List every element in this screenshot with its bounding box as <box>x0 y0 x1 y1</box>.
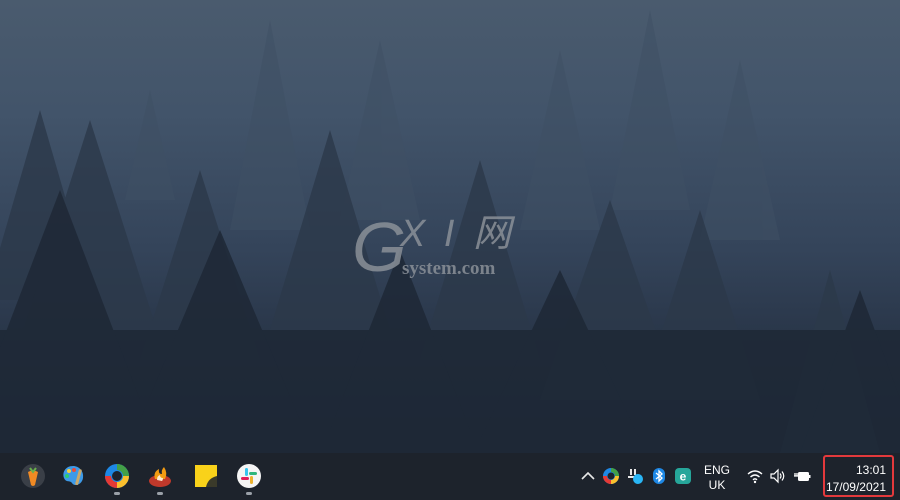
taskbar-app-sticky-notes[interactable] <box>190 461 222 497</box>
clock-date-button[interactable]: 13:01 17/09/2021 <box>823 455 894 497</box>
watermark-logo: G X I 网 system.com <box>352 212 522 287</box>
chevron-up-icon[interactable] <box>579 467 597 485</box>
sticky-notes-icon <box>195 465 217 487</box>
battery-charging-icon[interactable] <box>793 467 811 485</box>
fl-studio-icon <box>21 464 45 488</box>
watermark-g: G <box>352 208 407 286</box>
clock-date: 17/09/2021 <box>825 480 886 494</box>
taskbar-app-fl-studio[interactable] <box>17 461 49 497</box>
slack-tray-icon[interactable] <box>626 467 644 485</box>
taskbar-app-fire[interactable] <box>144 461 176 497</box>
clock-time: 13:01 <box>855 463 886 477</box>
watermark-site: system.com <box>402 258 496 279</box>
taskbar: e ENG UK 13:01 17/09/2021 <box>0 453 900 500</box>
desktop-wallpaper: G X I 网 system.com <box>0 0 900 453</box>
fire-app-icon <box>149 467 171 487</box>
watermark-xi: X I 网 <box>400 213 516 255</box>
keyboard-layout: UK <box>708 478 726 492</box>
running-indicator <box>114 492 120 495</box>
edge-tray-icon[interactable] <box>602 467 620 485</box>
language-indicator[interactable]: ENG UK <box>700 463 734 493</box>
edge-icon <box>105 464 129 488</box>
taskbar-app-edge[interactable] <box>101 461 133 497</box>
taskbar-app-paint[interactable] <box>57 461 89 497</box>
eset-icon[interactable]: e <box>674 467 692 485</box>
bluetooth-icon[interactable] <box>650 467 668 485</box>
wifi-icon[interactable] <box>746 467 764 485</box>
paint-palette-icon <box>63 466 84 486</box>
slack-icon <box>237 464 261 488</box>
running-indicator <box>157 492 163 495</box>
language-code: ENG <box>703 463 730 477</box>
volume-icon[interactable] <box>769 467 787 485</box>
taskbar-app-slack[interactable] <box>233 461 265 497</box>
svg-text:e: e <box>680 470 687 484</box>
running-indicator <box>246 492 252 495</box>
